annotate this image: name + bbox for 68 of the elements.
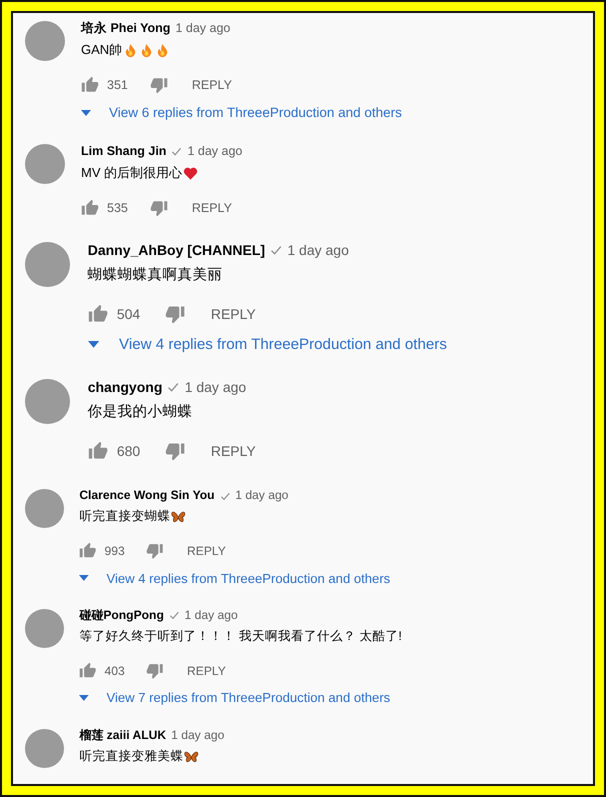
comment-text: 听完直接变蝴蝶 [79,508,170,526]
comment-author[interactable]: 碰碰PongPong [79,606,164,624]
like-count: 504 [116,306,140,322]
butterfly-icon [171,510,186,524]
comment-time[interactable]: 1 day ago [184,377,246,398]
like-count: 993 [104,544,125,558]
view-replies-link[interactable]: View 4 replies from ThreeeProduction and others [88,334,447,356]
avatar[interactable] [25,728,64,768]
comment-author[interactable]: 培永 Phei Yong [81,19,170,37]
comment-author[interactable]: Danny_AhBoy [CHANNEL] [88,240,266,260]
like-count: 680 [116,443,140,460]
comment-author[interactable]: changyong [88,377,162,398]
comment-author[interactable]: 榴莲 zaiii ALUK [79,726,166,744]
comment-text: 蝴蝶蝴蝶真啊真美丽 [88,266,223,285]
reply-button[interactable]: REPLY [179,540,234,562]
check-icon [167,381,180,394]
thumbs-up-icon[interactable] [79,542,97,560]
avatar[interactable] [25,379,70,424]
thumbs-down-icon[interactable] [150,76,168,94]
comment-text: 你是我的小蝴蝶 [88,403,193,422]
thumbs-up-icon[interactable] [88,441,108,462]
thumbs-up-icon[interactable] [81,76,99,94]
comment-time[interactable]: 1 day ago [184,606,238,624]
thumbs-down-icon[interactable] [150,199,168,217]
avatar[interactable] [25,21,65,61]
thumbs-up-icon[interactable] [81,199,99,217]
thumbs-down-icon[interactable] [146,542,164,560]
check-icon [171,146,182,156]
comment-time[interactable]: 1 day ago [235,487,288,505]
view-replies-link[interactable]: View 6 replies from ThreeeProduction and others [81,103,402,122]
comment-time[interactable]: 1 day ago [187,142,242,160]
reply-button[interactable]: REPLY [202,302,264,326]
check-icon [168,610,180,622]
comment-text: 听完直接变雅美蝶 [79,748,184,766]
like-count: 403 [104,664,125,678]
caret-icon [81,110,91,116]
heart-icon [183,166,198,180]
comment-time[interactable]: 1 day ago [175,19,230,37]
reply-button[interactable]: REPLY [179,660,234,682]
comment-time[interactable]: 1 day ago [171,726,224,744]
like-count: 351 [107,78,128,92]
like-count: 535 [107,201,128,215]
view-replies-link[interactable]: View 7 replies from ThreeeProduction and others [79,688,402,708]
check-icon [270,244,282,256]
thumbs-up-icon[interactable] [88,304,108,324]
reply-button[interactable]: REPLY [202,439,264,464]
avatar[interactable] [25,608,64,648]
comment-author[interactable]: Lim Shang Jin [81,142,166,160]
thumbs-down-icon[interactable] [146,662,164,680]
check-icon [220,490,230,502]
thumbs-down-icon[interactable] [164,304,185,324]
caret-icon [79,695,89,701]
comment-text: 等了好久终于听到了！！！ 我天啊我看了什么？ 太酷了! [79,628,402,646]
comment-text: GAN帥 [81,41,122,59]
thumbs-down-icon[interactable] [164,441,185,462]
comment-time[interactable]: 1 day ago [287,240,349,260]
reply-button[interactable]: REPLY [184,197,240,219]
butterfly-icon [184,750,199,764]
caret-icon [88,341,99,348]
view-replies-link[interactable]: View 4 replies from ThreeeProduction and others [79,568,390,588]
comment-author[interactable]: Clarence Wong Sin You [79,487,215,505]
avatar[interactable] [25,144,65,184]
avatar[interactable] [25,489,64,528]
caret-icon [79,575,89,581]
comment-text: MV 的后制很用心 [81,164,182,182]
thumbs-up-icon[interactable] [79,662,97,680]
reply-button[interactable]: REPLY [184,74,240,96]
avatar[interactable] [25,242,70,287]
